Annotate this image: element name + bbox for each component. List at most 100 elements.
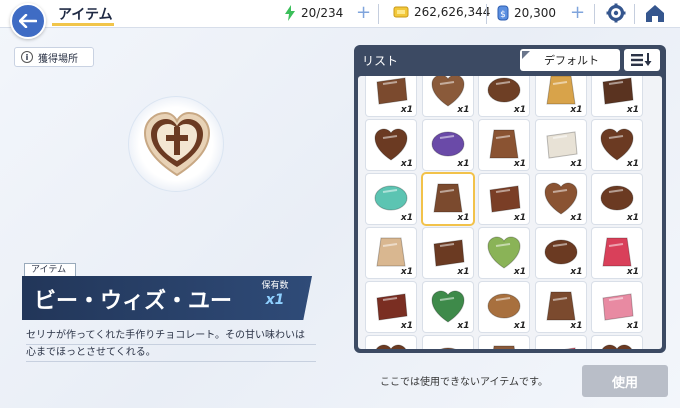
chocolate-tile-icon <box>376 237 406 267</box>
dropdown-corner-icon <box>522 51 530 59</box>
item-quantity: x1 <box>457 159 470 169</box>
item-cell[interactable] <box>366 336 416 349</box>
gold-value: 262,626,344 <box>414 5 491 19</box>
item-quantity: x1 <box>570 213 583 223</box>
item-cell[interactable]: x1 <box>366 228 416 278</box>
item-cell[interactable] <box>422 336 473 349</box>
item-quantity: x1 <box>570 105 583 115</box>
back-button[interactable] <box>10 3 46 39</box>
item-cell[interactable]: x1 <box>592 120 642 170</box>
item-cell[interactable]: x1 <box>535 282 586 332</box>
acquisition-source-button[interactable]: i 獲得場所 <box>14 47 94 67</box>
heart-chocolate-icon <box>143 111 211 177</box>
pink-gift-box-icon <box>602 237 632 267</box>
item-cell[interactable]: x1 <box>479 174 529 224</box>
gold-counter: 262,626,344 <box>393 5 490 19</box>
chocolate-square-icon <box>543 239 578 265</box>
gem-value: 20,300 <box>514 6 556 20</box>
chocolate-selection-icon <box>430 290 465 323</box>
item-quantity: x1 <box>457 213 470 223</box>
item-quantity: x1 <box>513 267 526 277</box>
green-tea-chocolate-icon <box>487 236 521 269</box>
home-icon <box>646 5 664 22</box>
chocolate-bunny-icon <box>600 128 634 161</box>
item-cell[interactable]: x1 <box>366 120 416 170</box>
item-cell[interactable]: x1 <box>422 282 473 332</box>
sort-dropdown[interactable]: デフォルト <box>520 49 620 71</box>
item-cell[interactable]: x1 <box>592 282 642 332</box>
divider <box>486 4 487 24</box>
item-cell[interactable]: x1 <box>592 174 642 224</box>
item-cell[interactable]: x1 <box>422 174 473 224</box>
item-cell[interactable]: x1 <box>592 228 642 278</box>
item-description: セリナが作ってくれた手作りチョコレート。その甘い味わいは 心までほっとさせてくれ… <box>26 328 316 362</box>
owned-value: x1 <box>265 292 285 308</box>
heart-chocolate-icon <box>432 183 463 213</box>
item-cell[interactable]: x1 <box>366 282 416 332</box>
item-quantity: x1 <box>400 159 413 169</box>
item-quantity: x1 <box>570 267 583 277</box>
use-button[interactable]: 使用 <box>582 365 668 397</box>
stamina-value: 20/234 <box>301 6 344 20</box>
gem-plus-button[interactable]: + <box>570 2 585 23</box>
pink-heart-box-icon <box>602 293 634 321</box>
info-icon: i <box>21 51 33 63</box>
item-cell[interactable]: x1 <box>535 174 586 224</box>
item-cell[interactable]: x1 <box>422 120 473 170</box>
gear-icon <box>606 3 626 23</box>
item-quantity: x1 <box>400 267 413 277</box>
item-quantity: x1 <box>570 159 583 169</box>
lightning-icon <box>285 5 295 21</box>
item-cell[interactable]: x1 <box>592 76 642 116</box>
acquisition-source-label: 獲得場所 <box>38 53 78 65</box>
item-quantity: x1 <box>457 105 470 115</box>
title-underline <box>52 23 114 26</box>
stamina-counter: 20/234 <box>284 5 343 21</box>
divider <box>378 4 379 24</box>
item-cell[interactable]: x1 <box>366 76 416 116</box>
item-cell[interactable]: x1 <box>479 228 529 278</box>
arrow-left-icon <box>19 14 37 28</box>
partial-item-icon <box>493 345 515 349</box>
item-cell[interactable]: x1 <box>479 120 529 170</box>
item-cell[interactable]: x1 <box>535 228 586 278</box>
heart-ribbon-chocolate-icon <box>545 291 576 321</box>
mint-chocolate-icon <box>374 185 408 211</box>
owned-label: 保有数 <box>261 281 289 291</box>
chocolate-book-icon <box>489 185 521 213</box>
item-cell[interactable]: x1 <box>535 76 586 116</box>
item-cell[interactable]: x1 <box>479 76 529 116</box>
item-grid: x1 x1 x1 x1 x1 x1 x1 x1 x1 x1 x1 x1 x1 x1 x1 x1 x1 x1 x1 x1… <box>358 76 662 349</box>
sort-order-button[interactable] <box>624 49 660 71</box>
stamina-plus-button[interactable]: + <box>356 2 371 23</box>
item-cell[interactable]: x1 <box>422 76 473 116</box>
item-quantity: x1 <box>626 105 639 115</box>
item-quantity: x1 <box>513 213 526 223</box>
list-title: リスト <box>362 54 399 68</box>
item-cell[interactable] <box>535 336 586 349</box>
item-cell[interactable]: x1 <box>422 228 473 278</box>
item-cell[interactable]: x1 <box>366 174 416 224</box>
settings-button[interactable] <box>606 2 626 28</box>
item-cell[interactable] <box>592 336 642 349</box>
item-quantity: x1 <box>457 267 470 277</box>
description-line: セリナが作ってくれた手作りチョコレート。その甘い味わいは <box>26 328 316 345</box>
home-button[interactable] <box>644 2 666 28</box>
item-preview <box>128 96 224 192</box>
partial-item-icon <box>601 344 633 349</box>
item-name-banner: ビー・ウィズ・ユー 保有数 x1 <box>22 276 312 320</box>
item-cell[interactable] <box>479 336 529 349</box>
top-bar: アイテム 20/234 + 262,626,344 $ 20,300 + <box>0 0 680 28</box>
partial-item-icon <box>375 344 407 349</box>
divider <box>634 4 635 24</box>
item-cell[interactable]: x1 <box>479 282 529 332</box>
item-cell[interactable]: x1 <box>535 120 586 170</box>
item-quantity: x1 <box>570 321 583 331</box>
item-quantity: x1 <box>626 267 639 277</box>
partial-item-icon <box>563 347 576 349</box>
item-quantity: x1 <box>513 159 526 169</box>
category-tag: アイテム <box>24 263 76 277</box>
owned-count: 保有数 x1 <box>260 281 290 315</box>
star-chocolate-icon <box>600 185 634 211</box>
item-quantity: x1 <box>400 105 413 115</box>
